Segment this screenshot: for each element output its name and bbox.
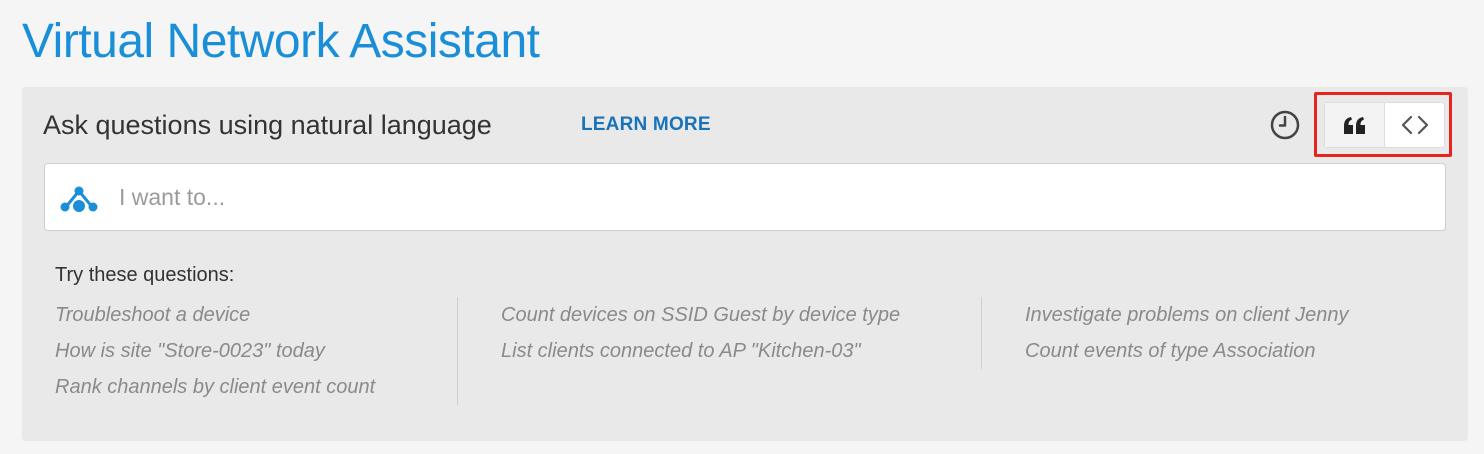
- highlight-box: [1314, 92, 1452, 157]
- clock-history-icon: [1270, 110, 1300, 140]
- column-divider: [457, 297, 458, 405]
- suggestions-heading: Try these questions:: [55, 264, 235, 286]
- query-panel: Ask questions using natural language LEA…: [22, 87, 1468, 441]
- panel-heading: Ask questions using natural language: [43, 110, 492, 140]
- query-search-box: [44, 163, 1446, 231]
- suggestion-item[interactable]: Rank channels by client event count: [55, 369, 375, 405]
- suggestion-item[interactable]: Count events of type Association: [1025, 333, 1349, 369]
- suggestion-item[interactable]: Investigate problems on client Jenny: [1025, 297, 1349, 333]
- query-input[interactable]: [119, 176, 1429, 218]
- suggestion-item[interactable]: Count devices on SSID Guest by device ty…: [501, 297, 900, 333]
- suggestion-item[interactable]: How is site "Store-0023" today: [55, 333, 375, 369]
- learn-more-link[interactable]: LEARN MORE: [581, 113, 711, 137]
- history-button[interactable]: [1268, 108, 1302, 142]
- marvis-logo-icon: [60, 186, 98, 212]
- suggestion-item[interactable]: Troubleshoot a device: [55, 297, 375, 333]
- page-title: Virtual Network Assistant: [22, 15, 540, 68]
- column-divider: [981, 297, 982, 369]
- suggestion-column-1: Troubleshoot a device How is site "Store…: [55, 297, 375, 405]
- suggestion-column-2: Count devices on SSID Guest by device ty…: [501, 297, 900, 369]
- suggestion-item[interactable]: List clients connected to AP "Kitchen-03…: [501, 333, 900, 369]
- suggestion-column-3: Investigate problems on client Jenny Cou…: [1025, 297, 1349, 369]
